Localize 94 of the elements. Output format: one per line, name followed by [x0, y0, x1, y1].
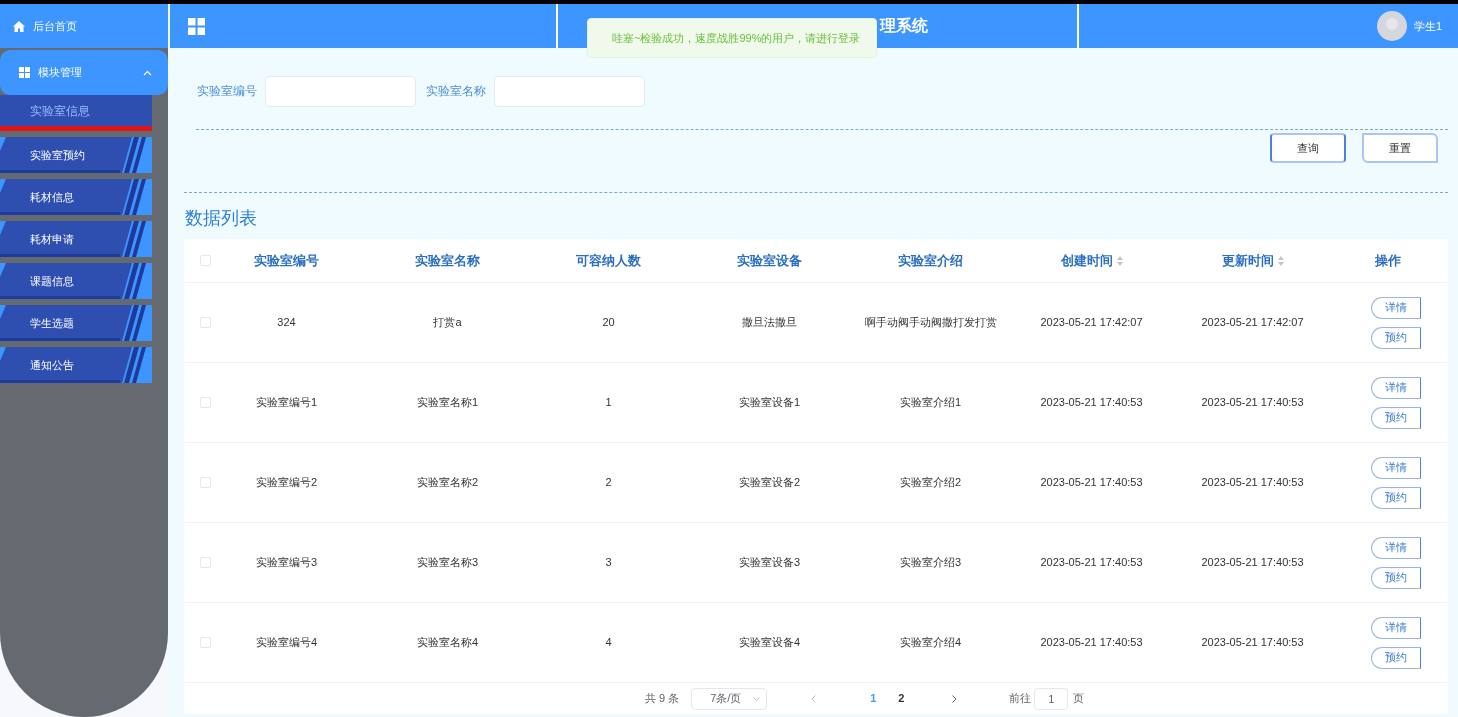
table-cell-text: 实验室编号4 [255, 635, 318, 651]
checkbox[interactable] [199, 637, 211, 648]
table-cell-text: 啊手动阀手动阀撒打发打赏 [864, 315, 997, 331]
goto-label: 前往 [1009, 691, 1032, 707]
sidebar-item[interactable]: 通知公告 [0, 347, 152, 383]
column-header: 实验室编号 [254, 251, 319, 270]
table-cell-text: 2023-05-21 17:42:07 [1040, 315, 1143, 331]
table-cell-text: 324 [277, 315, 296, 331]
grid-icon[interactable] [188, 17, 205, 35]
reserve-button[interactable]: 预约 [1371, 646, 1421, 669]
reset-button[interactable]: 重置 [1362, 133, 1438, 163]
sidebar-item[interactable]: 耗材申请 [0, 221, 152, 257]
avatar-icon[interactable] [1376, 11, 1407, 41]
table-cell-text: 实验室编号3 [255, 555, 318, 571]
column-header: 可容纳人数 [576, 251, 641, 270]
toast-message: 哇塞~检验成功，速度战胜99%的用户，请进行登录 [587, 18, 877, 58]
user-name[interactable]: 学生1 [1413, 17, 1442, 35]
grid-icon [19, 67, 30, 78]
page-suffix: 页 [1073, 691, 1085, 707]
table-cell-text: 实验室编号1 [255, 395, 318, 411]
details-button[interactable]: 详情 [1371, 376, 1421, 399]
table-cell-text: 2 [605, 475, 612, 491]
table-cell-text: 2023-05-21 17:40:53 [1040, 635, 1143, 651]
details-button[interactable]: 详情 [1371, 536, 1421, 559]
table-cell-text: 实验室介绍2 [899, 475, 962, 491]
table-cell-text: 3 [605, 555, 612, 571]
table-cell-text: 4 [605, 635, 612, 651]
column-header: 实验室介绍 [898, 251, 963, 270]
reserve-button[interactable]: 预约 [1371, 486, 1421, 509]
checkbox[interactable] [199, 397, 211, 408]
table-cell-text: 实验室设备3 [738, 555, 801, 571]
next-icon[interactable] [952, 694, 958, 703]
home-menu-item[interactable]: 后台首页 [0, 4, 168, 48]
sidebar-item[interactable]: 耗材信息 [0, 179, 152, 215]
page-size-select[interactable]: 7条/页 [691, 687, 768, 710]
table-cell-text: 实验室编号2 [255, 475, 318, 491]
table-cell-text: 1 [605, 395, 612, 411]
table-cell-text: 实验室名称1 [416, 395, 479, 411]
column-header: 实验室名称 [415, 251, 480, 270]
reserve-button[interactable]: 预约 [1371, 326, 1421, 349]
table-cell-text: 实验室设备4 [738, 635, 801, 651]
chevron-down-icon [753, 696, 761, 701]
table-cell-text: 实验室设备2 [738, 475, 801, 491]
column-header[interactable]: 更新时间 [1221, 250, 1284, 271]
reserve-button[interactable]: 预约 [1371, 406, 1421, 429]
page-number[interactable]: 2 [888, 690, 915, 707]
table-cell-text: 实验室设备1 [738, 395, 801, 411]
total-count: 共 9 条 [645, 691, 680, 707]
menu-group[interactable]: 模块管理 [0, 50, 168, 95]
table-cell-text: 2023-05-21 17:40:53 [1040, 555, 1143, 571]
search-button[interactable]: 查询 [1270, 133, 1346, 163]
details-button[interactable]: 详情 [1371, 456, 1421, 479]
column-header[interactable]: 创建时间 [1060, 250, 1123, 271]
table-cell-text: 实验室介绍1 [899, 395, 962, 411]
checkbox[interactable] [199, 557, 211, 568]
table-cell-text: 实验室名称3 [416, 555, 479, 571]
table-cell-text: 实验室名称4 [416, 635, 479, 651]
input-field[interactable] [494, 75, 645, 107]
details-button[interactable]: 详情 [1371, 616, 1421, 639]
page-number[interactable]: 1 [860, 690, 887, 707]
table-cell-text: 2023-05-21 17:40:53 [1040, 395, 1143, 411]
table-cell-text: 实验室名称2 [416, 475, 479, 491]
column-header: 操作 [1375, 251, 1401, 270]
table-cell-text: 2023-05-21 17:40:53 [1201, 635, 1304, 651]
table-cell-text: 2023-05-21 17:40:53 [1201, 475, 1304, 491]
table-cell-text: 2023-05-21 17:42:07 [1201, 315, 1304, 331]
sort-icon[interactable] [1116, 256, 1123, 267]
checkbox[interactable] [199, 477, 211, 488]
sidebar-item[interactable]: 实验室信息 [0, 95, 152, 131]
home-icon [13, 20, 25, 32]
table-cell-text: 打赏a [433, 315, 462, 331]
app-title: 理系统 [880, 16, 928, 36]
table-cell-text: 2023-05-21 17:40:53 [1201, 555, 1304, 571]
field-label: 实验室编号 [197, 83, 257, 100]
page-input[interactable]: 1 [1034, 687, 1069, 710]
field-label: 实验室名称 [426, 83, 486, 100]
reserve-button[interactable]: 预约 [1371, 566, 1421, 589]
table-cell-text: 2023-05-21 17:40:53 [1040, 475, 1143, 491]
table-cell-text: 撒旦法撒旦 [742, 315, 797, 331]
table-cell-text: 实验室介绍3 [899, 555, 962, 571]
input-field[interactable] [265, 75, 416, 107]
sidebar-item[interactable]: 课题信息 [0, 263, 152, 299]
checkbox[interactable] [199, 255, 211, 266]
table-cell-text: 实验室介绍4 [899, 635, 962, 651]
prev-icon[interactable] [811, 694, 817, 703]
checkbox[interactable] [199, 317, 211, 328]
section-title: 数据列表 [185, 208, 257, 228]
sort-icon[interactable] [1277, 256, 1284, 267]
column-header: 实验室设备 [737, 251, 802, 270]
sidebar-item[interactable]: 学生选题 [0, 305, 152, 341]
sidebar-item[interactable]: 实验室预约 [0, 137, 152, 173]
table-cell-text: 20 [602, 315, 615, 331]
details-button[interactable]: 详情 [1371, 296, 1421, 319]
table-cell-text: 2023-05-21 17:40:53 [1201, 395, 1304, 411]
